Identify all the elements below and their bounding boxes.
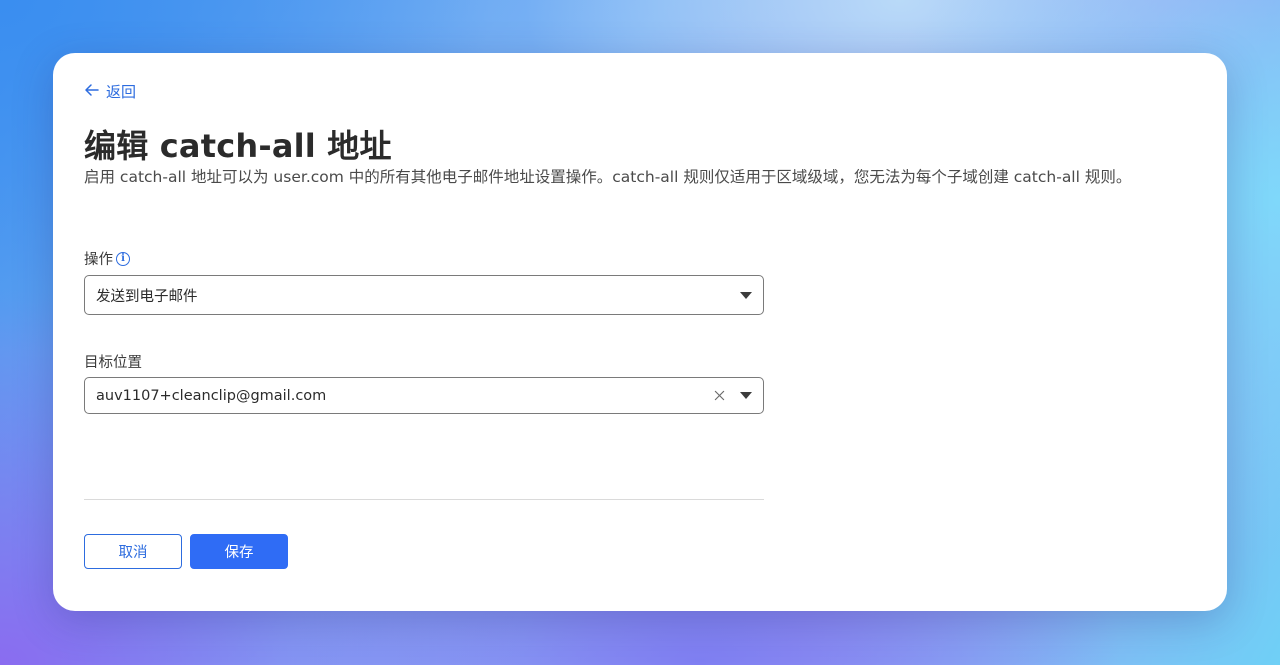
caret-down-icon bbox=[740, 392, 752, 399]
destination-select[interactable]: auv1107+cleanclip@gmail.com bbox=[84, 377, 764, 414]
action-select-value: 发送到电子邮件 bbox=[96, 288, 198, 305]
caret-down-icon bbox=[740, 291, 752, 299]
page-description: 启用 catch-all 地址可以为 user.com 中的所有其他电子邮件地址… bbox=[84, 168, 1132, 186]
info-icon[interactable]: i bbox=[116, 251, 130, 266]
cancel-button[interactable]: 取消 bbox=[84, 534, 182, 569]
destination-label-text: 目标位置 bbox=[84, 355, 142, 371]
back-link[interactable]: 返回 bbox=[84, 81, 136, 102]
arrow-left-icon bbox=[84, 82, 100, 102]
destination-select-value: auv1107+cleanclip@gmail.com bbox=[96, 387, 327, 404]
save-button[interactable]: 保存 bbox=[190, 534, 288, 569]
close-icon[interactable] bbox=[712, 389, 726, 403]
destination-field-label: 目标位置 bbox=[84, 351, 142, 372]
page-title: 编辑 catch-all 地址 bbox=[84, 127, 392, 165]
back-label: 返回 bbox=[106, 83, 137, 101]
edit-catch-all-card: 返回 编辑 catch-all 地址 启用 catch-all 地址可以为 us… bbox=[53, 53, 1227, 611]
form-divider bbox=[84, 499, 764, 500]
action-field-label: 操作 i bbox=[84, 248, 130, 269]
action-select[interactable]: 发送到电子邮件 bbox=[84, 275, 764, 315]
action-label-text: 操作 bbox=[84, 252, 113, 268]
